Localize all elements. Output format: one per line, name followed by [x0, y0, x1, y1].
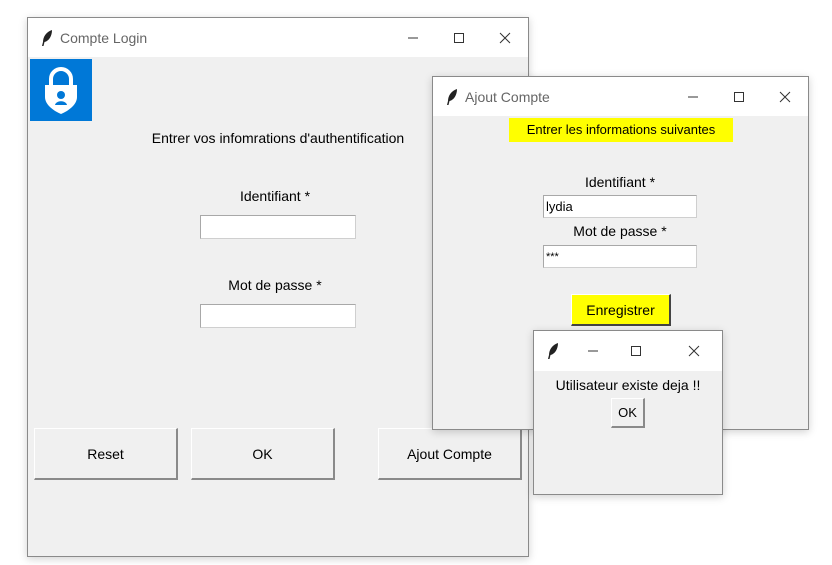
minimize-icon: [588, 350, 598, 352]
close-icon: [499, 32, 511, 43]
ajout-compte-button[interactable]: Ajout Compte: [378, 428, 522, 480]
maximize-button[interactable]: [436, 18, 482, 57]
ajout-identifiant-input[interactable]: [543, 195, 697, 218]
window-title: Compte Login: [60, 29, 148, 46]
login-titlebar[interactable]: Compte Login: [28, 18, 528, 57]
feather-icon: [34, 29, 60, 47]
reset-button[interactable]: Reset: [34, 428, 178, 480]
ajout-heading: Entrer les informations suivantes: [509, 118, 733, 142]
feather-icon: [439, 88, 465, 106]
alert-window: Utilisateur existe deja !! OK: [533, 330, 723, 495]
close-icon: [779, 91, 791, 102]
identifiant-label: Identifiant *: [239, 188, 311, 204]
minimize-button[interactable]: [580, 331, 606, 371]
close-button[interactable]: [482, 18, 528, 57]
minimize-icon: [408, 37, 418, 38]
minimize-icon: [688, 96, 698, 97]
ajout-identifiant-label: Identifiant *: [584, 174, 656, 190]
alert-ok-button[interactable]: OK: [611, 398, 645, 428]
close-icon: [688, 345, 700, 357]
lock-icon: [45, 67, 77, 114]
feather-icon: [544, 342, 562, 360]
ajout-password-label: Mot de passe *: [573, 223, 667, 239]
maximize-icon: [454, 32, 464, 43]
close-button[interactable]: [762, 77, 808, 116]
maximize-button[interactable]: [716, 77, 762, 116]
maximize-button[interactable]: [606, 331, 666, 371]
alert-message: Utilisateur existe deja !!: [555, 377, 701, 393]
window-title: Ajout Compte: [465, 88, 550, 105]
alert-content: Utilisateur existe deja !! OK: [534, 371, 722, 494]
ajout-password-input[interactable]: [543, 245, 697, 268]
login-heading: Entrer vos infomrations d'authentificati…: [151, 130, 405, 146]
identifiant-input[interactable]: [200, 215, 356, 239]
minimize-button[interactable]: [390, 18, 436, 57]
password-label: Mot de passe *: [228, 277, 322, 293]
close-button[interactable]: [666, 331, 722, 371]
ajout-titlebar[interactable]: Ajout Compte: [433, 77, 808, 116]
alert-titlebar[interactable]: [534, 331, 722, 371]
ok-button[interactable]: OK: [191, 428, 335, 480]
minimize-button[interactable]: [670, 77, 716, 116]
password-input[interactable]: [200, 304, 356, 328]
enregistrer-button[interactable]: Enregistrer: [571, 294, 671, 326]
maximize-icon: [734, 91, 744, 102]
lock-logo: [30, 59, 92, 121]
maximize-icon: [631, 346, 641, 356]
